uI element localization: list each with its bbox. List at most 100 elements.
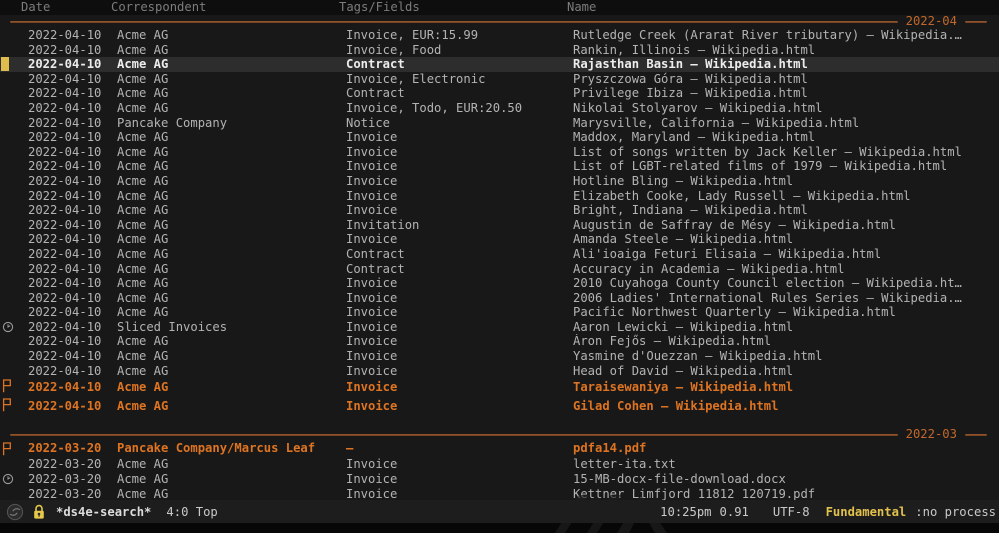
document-row[interactable]: 2022-04-10 Acme AG Contract Privilege Ib… bbox=[0, 86, 999, 101]
cell-correspondent: Acme AG bbox=[117, 262, 168, 277]
cell-tags: Invoice bbox=[346, 320, 397, 335]
cell-date: 2022-04-10 bbox=[28, 364, 101, 379]
cell-name: Elizabeth Cooke, Lady Russell – Wikipedi… bbox=[573, 189, 998, 204]
cursor bbox=[1, 57, 9, 71]
document-row[interactable]: 2022-04-10 Acme AG Contract Ali'ioaiga F… bbox=[0, 247, 999, 262]
cell-name: 2010 Cuyahoga County Council election – … bbox=[573, 276, 998, 291]
cell-correspondent: Pancake Company/Marcus Leaf bbox=[117, 441, 315, 456]
cell-tags: Invoice bbox=[346, 291, 397, 306]
cell-name: Augustin de Saffray de Mésy – Wikipedia.… bbox=[573, 218, 998, 233]
cell-tags: Invoice bbox=[346, 305, 397, 320]
cell-name: Maddox, Maryland – Wikipedia.html bbox=[573, 130, 998, 145]
document-row[interactable]: 2022-04-10 Acme AG Invoice Head of David… bbox=[0, 364, 999, 379]
ds4e-search-window: Date Correspondent Tags/Fields Name 2022… bbox=[0, 0, 999, 533]
document-row[interactable]: 2022-04-10 Acme AG Invoice List of LGBT-… bbox=[0, 159, 999, 174]
cell-tags: Invoice bbox=[346, 334, 397, 349]
cell-date: 2022-03-20 bbox=[28, 441, 101, 456]
cell-correspondent: Acme AG bbox=[117, 130, 168, 145]
separator-label: 2022-04 bbox=[906, 15, 957, 28]
cell-correspondent: Acme AG bbox=[117, 472, 168, 487]
clock-icon bbox=[2, 321, 14, 333]
document-row[interactable]: 2022-03-20 Pancake Company/Marcus Leaf –… bbox=[0, 441, 999, 456]
cell-date: 2022-04-10 bbox=[28, 116, 101, 131]
cell-name: Taraisewaniya – Wikipedia.html bbox=[573, 378, 998, 397]
date-separator: 2022-04 bbox=[0, 15, 999, 28]
document-row[interactable]: 2022-04-10 Acme AG Invoice Amanda Steele… bbox=[0, 232, 999, 247]
cell-correspondent: Acme AG bbox=[117, 247, 168, 262]
cell-tags: Invoice bbox=[346, 189, 397, 204]
cell-tags: Invoice bbox=[346, 130, 397, 145]
document-row[interactable]: 2022-04-10 Acme AG Invoice 2006 Ladies' … bbox=[0, 291, 999, 306]
cell-date: 2022-03-20 bbox=[28, 457, 101, 472]
cell-correspondent: Acme AG bbox=[117, 364, 168, 379]
cell-correspondent: Acme AG bbox=[117, 174, 168, 189]
cell-date: 2022-04-10 bbox=[28, 262, 101, 277]
buffer-position: 4:0 Top bbox=[166, 505, 217, 519]
cell-date: 2022-04-10 bbox=[28, 203, 101, 218]
document-row[interactable]: 2022-04-10 Acme AG Invoice Taraisewaniya… bbox=[0, 378, 999, 397]
cell-correspondent: Acme AG bbox=[117, 189, 168, 204]
cell-date: 2022-04-10 bbox=[28, 189, 101, 204]
cell-date: 2022-04-10 bbox=[28, 72, 101, 87]
cell-correspondent: Acme AG bbox=[117, 305, 168, 320]
separator-line bbox=[965, 21, 987, 23]
major-mode-indicator: Fundamental bbox=[826, 505, 907, 519]
clock-time: 10:25pm bbox=[660, 505, 711, 519]
document-row[interactable]: 2022-04-10 Acme AG Invoice 2010 Cuyahoga… bbox=[0, 276, 999, 291]
document-row[interactable]: 2022-04-10 Acme AG Contract Accuracy in … bbox=[0, 262, 999, 277]
document-row[interactable]: 2022-04-10 Sliced Invoices Invoice Aaron… bbox=[0, 320, 999, 335]
cell-correspondent: Acme AG bbox=[117, 72, 168, 87]
document-row[interactable]: 2022-04-10 Acme AG Invoice Bright, India… bbox=[0, 203, 999, 218]
cell-tags: Invoice, Todo, EUR:20.50 bbox=[346, 101, 522, 116]
document-row[interactable]: 2022-04-10 Pancake Company Notice Marysv… bbox=[0, 116, 999, 131]
cell-name: Rankin, Illinois – Wikipedia.html bbox=[573, 43, 998, 58]
document-row[interactable]: 2022-04-10 Acme AG Invoice Pacific North… bbox=[0, 305, 999, 320]
cell-name: Rutledge Creek (Ararat River tributary) … bbox=[573, 28, 998, 43]
document-row[interactable]: 2022-04-10 Acme AG Invoice Elizabeth Coo… bbox=[0, 189, 999, 204]
cell-correspondent: Acme AG bbox=[117, 203, 168, 218]
document-row[interactable]: 2022-04-10 Acme AG Invoice, Todo, EUR:20… bbox=[0, 101, 999, 116]
cell-tags: Contract bbox=[346, 262, 405, 277]
cell-correspondent: Acme AG bbox=[117, 276, 168, 291]
document-row[interactable]: 2022-03-20 Acme AG Invoice letter-ita.tx… bbox=[0, 457, 999, 472]
cell-date: 2022-04-10 bbox=[28, 145, 101, 160]
document-row[interactable]: 2022-04-10 Acme AG Invoice, Electronic P… bbox=[0, 72, 999, 87]
cell-name: Head of David – Wikipedia.html bbox=[573, 364, 998, 379]
cell-correspondent: Acme AG bbox=[117, 57, 168, 72]
cell-tags: Invoice bbox=[346, 364, 397, 379]
document-row[interactable]: 2022-04-10 Acme AG Contract Rajasthan Ba… bbox=[0, 57, 999, 72]
document-row[interactable]: 2022-04-10 Acme AG Invitation Augustin d… bbox=[0, 218, 999, 233]
cell-name: Nikolai Stolyarov – Wikipedia.html bbox=[573, 101, 998, 116]
document-row[interactable]: 2022-04-10 Acme AG Invoice Gilad Cohen –… bbox=[0, 397, 999, 416]
document-row[interactable]: 2022-04-10 Acme AG Invoice, Food Rankin,… bbox=[0, 43, 999, 58]
cell-tags: Invoice bbox=[346, 397, 397, 416]
cell-tags: Contract bbox=[346, 247, 405, 262]
cell-tags: Invoice, Food bbox=[346, 43, 441, 58]
document-row[interactable]: 2022-04-10 Acme AG Invoice Hotline Bling… bbox=[0, 174, 999, 189]
document-row[interactable]: 2022-03-20 Acme AG Invoice 15-MB-docx-fi… bbox=[0, 472, 999, 487]
cell-date: 2022-04-10 bbox=[28, 247, 101, 262]
cell-name: Accuracy in Academia – Wikipedia.html bbox=[573, 262, 998, 277]
cell-name: Áron Fejős – Wikipedia.html bbox=[573, 334, 998, 349]
lock-icon[interactable] bbox=[32, 504, 46, 520]
cell-tags: Invitation bbox=[346, 218, 419, 233]
cell-tags: Invoice bbox=[346, 203, 397, 218]
cell-date: 2022-04-10 bbox=[28, 232, 101, 247]
document-row[interactable]: 2022-04-10 Acme AG Invoice, EUR:15.99 Ru… bbox=[0, 28, 999, 43]
cell-date: 2022-04-10 bbox=[28, 320, 101, 335]
mode-line: *ds4e-search* 4:0 Top 10:25pm 0.91 UTF-8… bbox=[0, 500, 999, 523]
document-row[interactable]: 2022-04-10 Acme AG Invoice Maddox, Maryl… bbox=[0, 130, 999, 145]
cell-tags: Contract bbox=[346, 57, 405, 72]
cell-name: pdfa14.pdf bbox=[573, 441, 998, 456]
cell-name: Rajasthan Basin – Wikipedia.html bbox=[573, 57, 998, 72]
cell-date: 2022-04-10 bbox=[28, 28, 101, 43]
cell-correspondent: Acme AG bbox=[117, 43, 168, 58]
cell-name: 2006 Ladies' International Rules Series … bbox=[573, 291, 998, 306]
cell-correspondent: Acme AG bbox=[117, 397, 168, 416]
document-row[interactable]: 2022-04-10 Acme AG Invoice Yasmine d'Oue… bbox=[0, 349, 999, 364]
bottom-strip bbox=[0, 523, 999, 533]
cell-date: 2022-04-10 bbox=[28, 276, 101, 291]
document-row[interactable]: 2022-04-10 Acme AG Invoice List of songs… bbox=[0, 145, 999, 160]
cell-date: 2022-04-10 bbox=[28, 159, 101, 174]
document-row[interactable]: 2022-04-10 Acme AG Invoice Áron Fejős – … bbox=[0, 334, 999, 349]
